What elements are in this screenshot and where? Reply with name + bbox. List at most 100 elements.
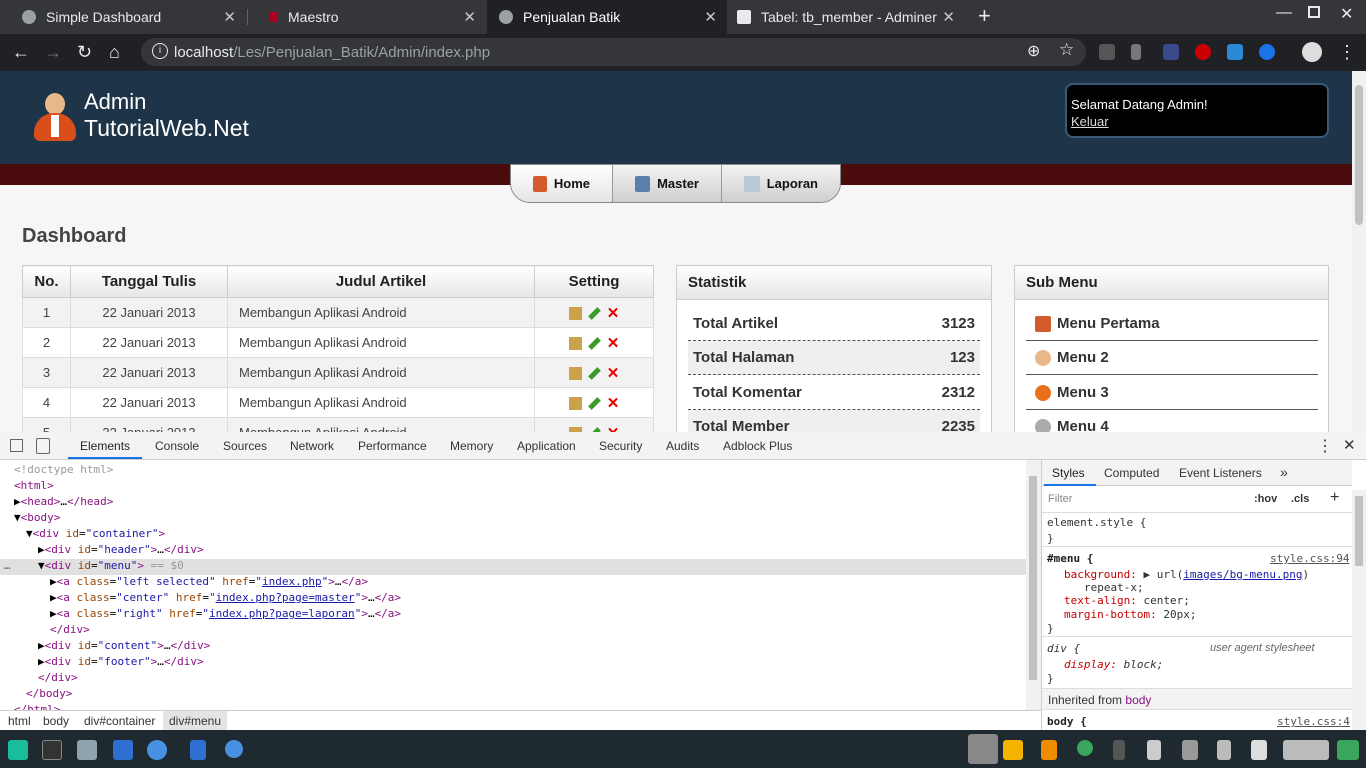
text-editor-icon[interactable] — [113, 740, 133, 760]
elements-scrollbar[interactable] — [1026, 460, 1041, 710]
cls-toggle[interactable]: .cls — [1291, 493, 1309, 505]
tab-elements[interactable]: Elements — [80, 439, 130, 453]
terminal-icon[interactable] — [42, 740, 62, 760]
app-menu-icon[interactable] — [8, 740, 28, 760]
close-icon[interactable]: ✕ — [223, 8, 236, 26]
tab-maestro[interactable]: Maestro ✕ — [248, 0, 486, 34]
extension-plane-icon[interactable] — [1259, 44, 1275, 60]
workspace-switcher[interactable] — [968, 734, 998, 764]
user-icon[interactable] — [1337, 740, 1359, 760]
menu-master[interactable]: Master — [613, 165, 722, 202]
tab-styles[interactable]: Styles — [1052, 466, 1085, 480]
submenu-item[interactable]: Menu 2 — [1026, 341, 1318, 375]
tab-performance[interactable]: Performance — [358, 439, 427, 453]
delete-icon[interactable]: ✕ — [607, 396, 620, 411]
paperclip-icon[interactable] — [1217, 740, 1231, 760]
new-tab-button[interactable]: + — [978, 3, 991, 29]
chrome-icon[interactable] — [225, 740, 243, 758]
reload-button[interactable]: ↻ — [77, 42, 92, 62]
close-icon[interactable]: ✕ — [704, 8, 717, 26]
breadcrumb-menu[interactable]: div#menu — [163, 711, 228, 731]
styles-scrollbar[interactable] — [1352, 490, 1366, 730]
edit-icon[interactable] — [587, 307, 601, 320]
document-icon[interactable] — [190, 740, 206, 760]
adblock-icon[interactable] — [1195, 44, 1211, 60]
devtools-menu-icon[interactable]: ⋮ — [1317, 436, 1333, 456]
kebab-menu-icon[interactable]: ⋮ — [1338, 42, 1356, 62]
device-toggle-icon[interactable] — [36, 438, 50, 454]
dom-line[interactable]: ▶<div id="content">…</div> — [38, 638, 210, 654]
dom-line[interactable]: </div> — [50, 622, 90, 638]
volume-icon[interactable] — [1251, 740, 1267, 760]
files-icon[interactable] — [77, 740, 97, 760]
inherited-element[interactable]: body — [1125, 693, 1151, 707]
close-icon[interactable]: ✕ — [942, 8, 955, 26]
css-decl[interactable]: background: ▶ url(images/bg-menu.png) — [1064, 568, 1309, 581]
rule-source-link[interactable]: style.css:94 — [1270, 552, 1349, 565]
dom-line[interactable]: ▼<body> — [14, 510, 60, 526]
info-icon[interactable]: i — [152, 43, 168, 59]
tab-simple-dashboard[interactable]: Simple Dashboard ✕ — [0, 0, 246, 34]
tab-computed[interactable]: Computed — [1104, 466, 1159, 480]
shield-icon[interactable] — [1147, 740, 1161, 760]
rule-selector[interactable]: #menu { — [1047, 552, 1093, 565]
hov-toggle[interactable]: :hov — [1254, 493, 1277, 505]
dom-line-selected[interactable]: ▼<div id="menu"> == $0 — [38, 558, 184, 574]
notes-icon[interactable] — [1003, 740, 1023, 760]
window-close-button[interactable]: ✕ — [1340, 4, 1353, 24]
tab-audits[interactable]: Audits — [666, 439, 699, 453]
css-url-link[interactable]: images/bg-menu.png — [1183, 568, 1302, 581]
edit-icon[interactable] — [587, 337, 601, 350]
rule-selector[interactable]: body { — [1047, 715, 1087, 728]
minimize-button[interactable]: — — [1276, 4, 1292, 22]
devtools-close-icon[interactable]: ✕ — [1343, 436, 1356, 454]
dom-line[interactable]: </div> — [38, 670, 78, 686]
tab-adminer[interactable]: Tabel: tb_member - Adminer ✕ — [727, 0, 965, 34]
submenu-item[interactable]: Menu 4 — [1026, 410, 1318, 432]
address-bar[interactable]: i localhost/Les/Penjualan_Batik/Admin/in… — [141, 38, 1086, 66]
dom-line[interactable]: ▶<a class="right" href="index.php?page=l… — [50, 606, 401, 622]
css-decl[interactable]: margin-bottom: 20px; — [1064, 608, 1196, 621]
edit-icon[interactable] — [587, 397, 601, 410]
dom-line-dots[interactable]: … — [4, 558, 11, 574]
inspect-icon[interactable] — [10, 439, 23, 452]
tab-network[interactable]: Network — [290, 439, 334, 453]
dom-line[interactable]: <!doctype html> — [14, 462, 113, 478]
display-icon[interactable] — [1182, 740, 1198, 760]
rule-selector[interactable]: element.style { — [1047, 516, 1146, 529]
zoom-icon[interactable]: ⊕ — [1027, 41, 1040, 61]
tab-sources[interactable]: Sources — [223, 439, 267, 453]
dom-line[interactable]: ▶<a class="left selected" href="index.ph… — [50, 574, 368, 590]
css-decl[interactable]: text-align: center; — [1064, 594, 1190, 607]
dom-line[interactable]: <html> — [14, 478, 54, 494]
close-icon[interactable]: ✕ — [463, 8, 476, 26]
tab-security[interactable]: Security — [599, 439, 642, 453]
detail-icon[interactable] — [568, 397, 582, 411]
dom-line[interactable]: ▼<div id="container"> — [26, 526, 165, 542]
tray-app-icon[interactable] — [1077, 740, 1093, 756]
menu-home[interactable]: Home — [511, 165, 613, 202]
rule-source-link[interactable]: style.css:4 — [1277, 715, 1350, 728]
add-rule-icon[interactable]: + — [1330, 489, 1339, 507]
submenu-item[interactable]: Menu 3 — [1026, 376, 1318, 410]
breadcrumb-body[interactable]: body — [43, 714, 69, 728]
delete-icon[interactable]: ✕ — [607, 336, 620, 351]
dom-line[interactable]: ▶<div id="header">…</div> — [38, 542, 204, 558]
detail-icon[interactable] — [568, 307, 582, 321]
dom-line[interactable]: ▶<div id="footer">…</div> — [38, 654, 204, 670]
filter-input[interactable]: Filter — [1048, 493, 1072, 505]
bookmark-star-icon[interactable]: ☆ — [1059, 40, 1074, 60]
tab-console[interactable]: Console — [155, 439, 199, 453]
extension-php-icon[interactable] — [1163, 44, 1179, 60]
breadcrumb-container[interactable]: div#container — [84, 714, 155, 728]
delete-icon[interactable]: ✕ — [607, 306, 620, 321]
back-button[interactable]: ← — [12, 42, 30, 62]
edit-icon[interactable] — [587, 367, 601, 380]
tab-memory[interactable]: Memory — [450, 439, 493, 453]
detail-icon[interactable] — [568, 367, 582, 381]
dom-line[interactable]: ▶<head>…</head> — [14, 494, 113, 510]
forward-button[interactable]: → — [44, 42, 62, 62]
extension-f-icon[interactable] — [1227, 44, 1243, 60]
tab-penjualan-batik[interactable]: Penjualan Batik ✕ — [487, 0, 727, 34]
tab-application[interactable]: Application — [517, 439, 576, 453]
